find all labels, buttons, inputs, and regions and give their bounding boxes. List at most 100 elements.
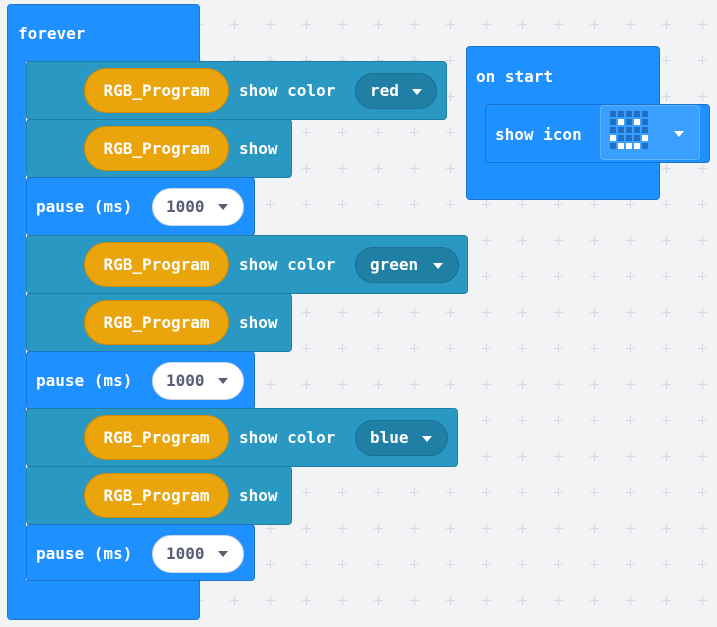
grid-plus-mark — [626, 338, 635, 353]
chevron-down-icon — [218, 378, 228, 384]
led-off — [642, 143, 648, 149]
grid-plus-mark — [230, 14, 239, 29]
grid-plus-mark — [410, 14, 419, 29]
grid-plus-mark — [338, 482, 347, 497]
rgb-program-variable[interactable]: RGB_Program — [84, 68, 229, 113]
led-off — [642, 111, 648, 117]
grid-plus-mark — [266, 50, 275, 65]
color-dropdown[interactable]: blue — [355, 420, 448, 456]
led-off — [642, 127, 648, 133]
pause-block[interactable]: pause (ms) 1000 — [26, 524, 255, 581]
rgb-show-color-block[interactable]: RGB_Program show color blue — [26, 408, 458, 467]
grid-plus-mark — [662, 86, 671, 101]
pause-block[interactable]: pause (ms) 1000 — [26, 177, 255, 236]
rgb-program-variable[interactable]: RGB_Program — [84, 126, 229, 171]
pause-label: pause (ms) — [36, 197, 133, 216]
grid-plus-mark — [518, 518, 527, 533]
color-dropdown[interactable]: green — [355, 247, 459, 283]
grid-plus-mark — [698, 338, 707, 353]
grid-plus-mark — [626, 14, 635, 29]
color-dropdown-value: red — [370, 81, 399, 100]
grid-plus-mark — [662, 554, 671, 569]
grid-plus-mark — [446, 518, 455, 533]
show-label: show — [239, 486, 278, 505]
grid-plus-mark — [554, 446, 563, 461]
rgb-program-variable[interactable]: RGB_Program — [84, 242, 229, 287]
led-off — [642, 119, 648, 125]
grid-plus-mark — [698, 554, 707, 569]
grid-plus-mark — [554, 266, 563, 281]
grid-plus-mark — [374, 482, 383, 497]
rgb-show-block[interactable]: RGB_Program show — [26, 293, 292, 352]
grid-plus-mark — [302, 518, 311, 533]
grid-plus-mark — [302, 374, 311, 389]
grid-plus-mark — [626, 590, 635, 605]
grid-plus-mark — [446, 122, 455, 137]
rgb-program-variable[interactable]: RGB_Program — [84, 415, 229, 460]
grid-plus-mark — [590, 446, 599, 461]
grid-plus-mark — [482, 266, 491, 281]
grid-plus-mark — [482, 302, 491, 317]
grid-plus-mark — [518, 230, 527, 245]
show-label: show — [239, 139, 278, 158]
pause-block[interactable]: pause (ms) 1000 — [26, 351, 255, 410]
show-color-label: show color — [239, 255, 336, 274]
grid-plus-mark — [554, 590, 563, 605]
grid-plus-mark — [410, 374, 419, 389]
grid-plus-mark — [626, 374, 635, 389]
rgb-program-variable[interactable]: RGB_Program — [84, 300, 229, 345]
grid-plus-mark — [698, 194, 707, 209]
show-color-label: show color — [239, 81, 336, 100]
led-off — [610, 119, 616, 125]
grid-plus-mark — [554, 14, 563, 29]
rgb-show-color-block[interactable]: RGB_Program show color red — [26, 61, 447, 120]
grid-plus-mark — [374, 338, 383, 353]
rgb-show-block[interactable]: RGB_Program show — [26, 119, 292, 178]
grid-plus-mark — [626, 554, 635, 569]
grid-plus-mark — [662, 230, 671, 245]
grid-plus-mark — [446, 374, 455, 389]
color-dropdown[interactable]: red — [355, 73, 437, 109]
grid-plus-mark — [302, 590, 311, 605]
grid-plus-mark — [374, 122, 383, 137]
grid-plus-mark — [482, 410, 491, 425]
rgb-show-color-block[interactable]: RGB_Program show color green — [26, 235, 468, 294]
grid-plus-mark — [410, 554, 419, 569]
rgb-show-block[interactable]: RGB_Program show — [26, 466, 292, 525]
grid-plus-mark — [338, 50, 347, 65]
grid-plus-mark — [698, 482, 707, 497]
grid-plus-mark — [698, 230, 707, 245]
pause-duration-dropdown[interactable]: 1000 — [152, 188, 244, 226]
grid-plus-mark — [626, 518, 635, 533]
grid-plus-mark — [698, 86, 707, 101]
grid-plus-mark — [410, 482, 419, 497]
led-off — [626, 119, 632, 125]
led-off — [610, 143, 616, 149]
rgb-program-variable[interactable]: RGB_Program — [84, 473, 229, 518]
led-off — [618, 135, 624, 141]
show-label: show — [239, 313, 278, 332]
grid-plus-mark — [302, 50, 311, 65]
grid-plus-mark — [662, 410, 671, 425]
grid-plus-mark — [518, 554, 527, 569]
grid-plus-mark — [374, 194, 383, 209]
grid-plus-mark — [446, 554, 455, 569]
led-on — [642, 135, 648, 141]
grid-plus-mark — [662, 518, 671, 533]
grid-plus-mark — [446, 302, 455, 317]
led-off — [626, 135, 632, 141]
led-on — [610, 135, 616, 141]
pause-duration-dropdown[interactable]: 1000 — [152, 362, 244, 400]
grid-plus-mark — [662, 374, 671, 389]
grid-plus-mark — [626, 410, 635, 425]
chevron-down-icon — [674, 131, 684, 137]
grid-plus-mark — [482, 518, 491, 533]
forever-block-bottom — [7, 580, 200, 620]
grid-plus-mark — [554, 410, 563, 425]
pause-duration-value: 1000 — [166, 197, 205, 216]
led-on — [634, 119, 640, 125]
grid-plus-mark — [266, 590, 275, 605]
led-off — [634, 111, 640, 117]
pause-duration-dropdown[interactable]: 1000 — [152, 535, 244, 573]
grid-plus-mark — [482, 230, 491, 245]
